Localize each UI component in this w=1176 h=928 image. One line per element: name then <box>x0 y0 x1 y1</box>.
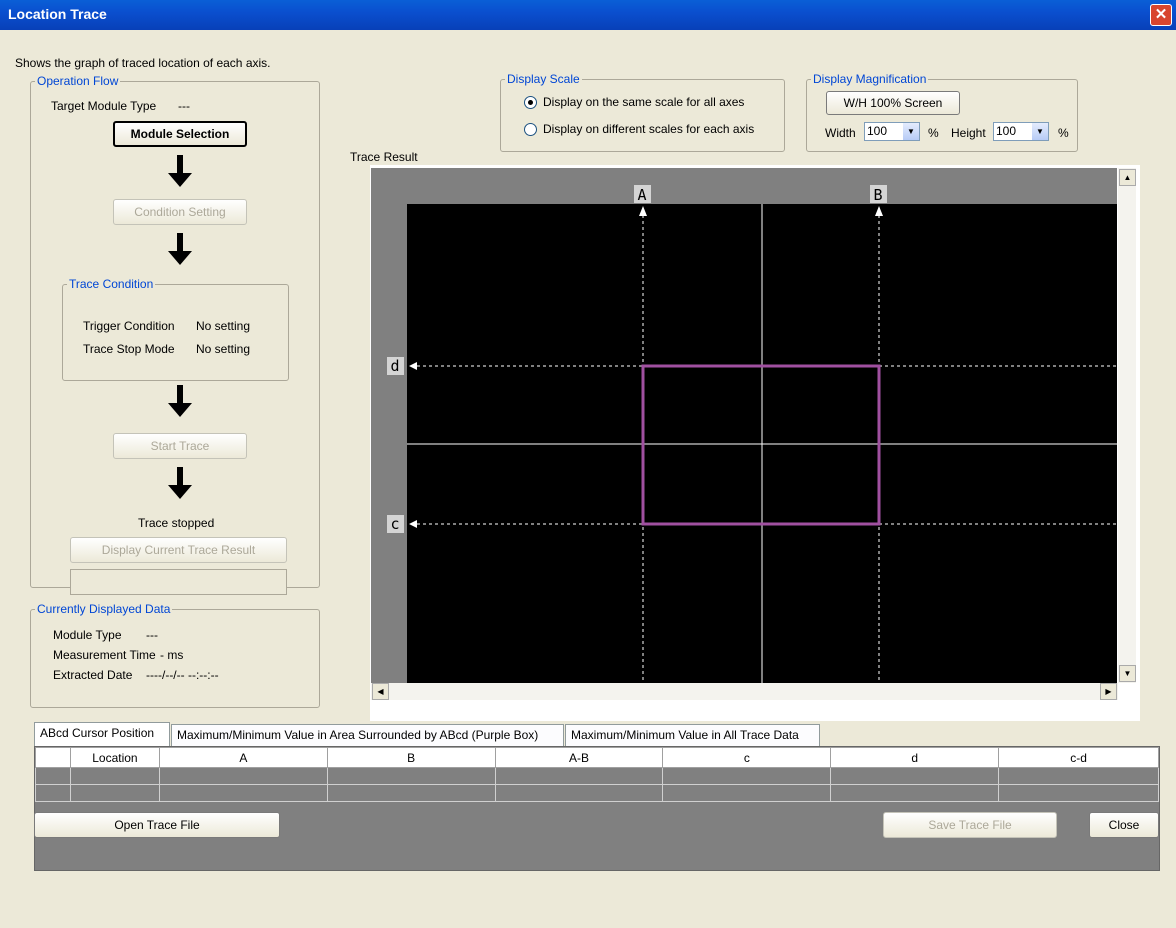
save-trace-file-button[interactable]: Save Trace File <box>883 812 1057 838</box>
title-bar: Location Trace ✕ <box>0 0 1176 30</box>
dialog-client: Shows the graph of traced location of ea… <box>3 30 1173 925</box>
module-type-label: Module Type <box>53 628 122 642</box>
width-unit: % <box>928 126 939 140</box>
display-current-trace-result-button[interactable]: Display Current Trace Result <box>70 537 287 563</box>
measurement-time-label: Measurement Time <box>53 648 156 662</box>
column-header: A <box>158 747 328 768</box>
scroll-right-icon[interactable]: ▶ <box>1100 683 1117 700</box>
condition-setting-button[interactable]: Condition Setting <box>113 199 247 225</box>
extracted-date-value: ----/--/-- --:--:-- <box>146 668 219 682</box>
tab-cursor-position[interactable]: ABcd Cursor Position <box>34 722 170 746</box>
description-text: Shows the graph of traced location of ea… <box>15 56 271 70</box>
column-header: c-d <box>998 747 1159 768</box>
trace-condition-legend: Trace Condition <box>69 277 154 291</box>
currently-displayed-data-legend: Currently Displayed Data <box>37 602 171 616</box>
display-scale-legend: Display Scale <box>507 72 580 86</box>
module-type-value: --- <box>146 628 158 642</box>
height-label: Height <box>951 126 986 140</box>
wh-100-screen-button[interactable]: W/H 100% Screen <box>826 91 960 115</box>
height-unit: % <box>1058 126 1069 140</box>
progress-display-field <box>70 569 287 595</box>
flow-arrow-down-icon <box>168 233 192 267</box>
scroll-up-icon[interactable]: ▲ <box>1119 169 1136 186</box>
table-header-row: Location A B A-B c d c-d <box>35 747 1159 768</box>
trigger-condition-label: Trigger Condition <box>83 319 175 333</box>
column-header: c <box>662 747 832 768</box>
module-selection-button[interactable]: Module Selection <box>113 121 247 147</box>
target-module-label: Target Module Type <box>51 99 157 113</box>
trace-plot[interactable]: A B d c <box>370 165 1140 721</box>
operation-flow-legend: Operation Flow <box>37 74 119 88</box>
cursor-b-label: B <box>873 186 882 204</box>
trace-status-text: Trace stopped <box>138 516 215 530</box>
different-scale-radio[interactable] <box>524 123 537 136</box>
open-trace-file-button[interactable]: Open Trace File <box>34 812 280 838</box>
trace-result-frame: A B d c ▲ ▼ ◀ ▶ <box>370 165 1140 721</box>
same-scale-label[interactable]: Display on the same scale for all axes <box>543 95 744 109</box>
column-header <box>35 747 71 768</box>
chevron-down-icon[interactable]: ▼ <box>1032 123 1048 140</box>
target-module-value: --- <box>178 99 190 113</box>
scroll-left-icon[interactable]: ◀ <box>372 683 389 700</box>
column-header: B <box>326 747 496 768</box>
trace-stop-mode-label: Trace Stop Mode <box>83 342 175 356</box>
scroll-down-icon[interactable]: ▼ <box>1119 665 1136 682</box>
same-scale-radio[interactable] <box>524 96 537 109</box>
display-magnification-legend: Display Magnification <box>813 72 927 86</box>
trigger-condition-value: No setting <box>196 319 251 333</box>
table-row[interactable] <box>35 784 1159 802</box>
extracted-date-label: Extracted Date <box>53 668 133 682</box>
tab-max-min-all[interactable]: Maximum/Minimum Value in All Trace Data <box>565 724 820 746</box>
trace-stop-mode-value: No setting <box>196 342 251 356</box>
flow-arrow-down-icon <box>168 155 192 189</box>
column-header: Location <box>69 747 160 768</box>
height-combo[interactable]: 100 ▼ <box>993 122 1049 141</box>
flow-arrow-down-icon <box>168 385 192 419</box>
start-trace-button[interactable]: Start Trace <box>113 433 247 459</box>
cursor-c-label: c <box>390 515 399 533</box>
chevron-down-icon[interactable]: ▼ <box>903 123 919 140</box>
width-label: Width <box>825 126 856 140</box>
close-button[interactable]: Close <box>1089 812 1159 838</box>
table-row[interactable] <box>35 767 1159 785</box>
display-scale-group: Display Scale <box>500 72 785 152</box>
horizontal-scrollbar[interactable] <box>371 683 1118 700</box>
different-scale-label[interactable]: Display on different scales for each axi… <box>543 122 754 136</box>
column-header: A-B <box>494 747 664 768</box>
cursor-position-table[interactable]: Location A B A-B c d c-d <box>34 746 1160 871</box>
cursor-d-label: d <box>390 357 399 375</box>
measurement-time-value: - ms <box>160 648 184 662</box>
vertical-scrollbar[interactable] <box>1118 168 1136 683</box>
close-window-button[interactable]: ✕ <box>1150 4 1172 26</box>
column-header: d <box>830 747 1000 768</box>
width-value: 100 <box>867 124 888 138</box>
flow-arrow-down-icon <box>168 467 192 501</box>
width-combo[interactable]: 100 ▼ <box>864 122 920 141</box>
cursor-a-label: A <box>637 186 646 204</box>
tab-max-min-area[interactable]: Maximum/Minimum Value in Area Surrounded… <box>171 724 564 746</box>
trace-result-label: Trace Result <box>350 150 418 164</box>
window-title: Location Trace <box>8 6 107 22</box>
height-value: 100 <box>996 124 1017 138</box>
